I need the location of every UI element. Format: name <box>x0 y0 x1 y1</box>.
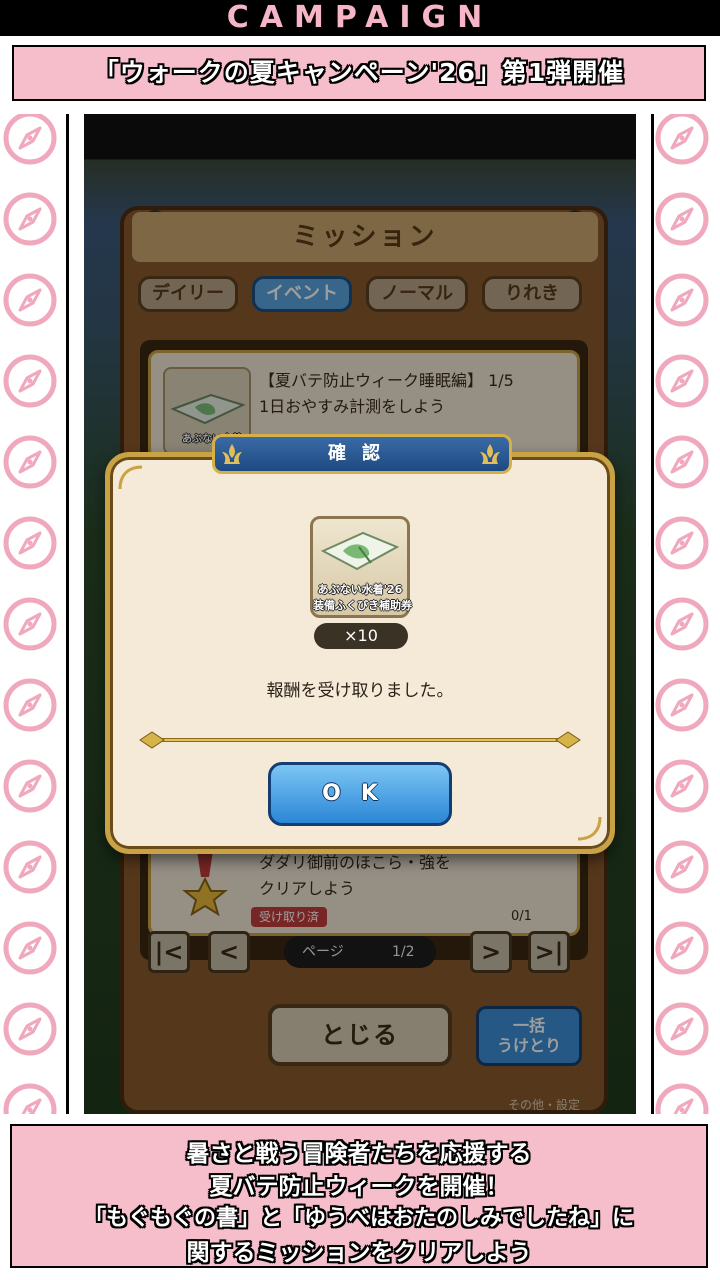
caption-line: 暑さと戦う冒険者たちを応援する <box>186 1141 532 1167</box>
compass-icon <box>2 114 58 166</box>
compass-icon <box>2 1001 58 1057</box>
compass-icon <box>654 596 710 652</box>
compass-icon <box>2 515 58 571</box>
compass-icon <box>654 1082 710 1114</box>
compass-icon <box>2 920 58 976</box>
compass-icon <box>654 677 710 733</box>
received-message: 報酬を受け取りました。 <box>266 681 454 701</box>
compass-icon <box>2 677 58 733</box>
compass-icon <box>654 1001 710 1057</box>
fleur-de-lis-icon <box>222 444 242 464</box>
right-strip-border <box>651 114 654 1114</box>
compass-icon <box>654 191 710 247</box>
ok-button[interactable]: OK <box>268 762 452 826</box>
ticket-icon <box>320 531 400 571</box>
ornamental-divider <box>139 731 581 749</box>
dialog-title: 確認 <box>212 434 512 474</box>
right-decoration-strip <box>636 114 720 1114</box>
caption-line: 「もぐもぐの書」と「ゆうべはおたのしみでしたね」に <box>83 1206 634 1231</box>
compass-icon <box>654 272 710 328</box>
reward-quantity: ×10 <box>314 623 408 649</box>
compass-icon <box>2 272 58 328</box>
caption-line: 関するミッションをクリアしよう <box>186 1240 532 1266</box>
corner-ornament-icon <box>577 816 602 841</box>
compass-icon <box>654 434 710 490</box>
compass-icon <box>654 353 710 409</box>
banner-title: 「ウォークの夏キャンペーン'26」第1弾開催 <box>12 45 706 101</box>
left-strip-border <box>66 114 69 1114</box>
fleur-de-lis-icon <box>480 444 500 464</box>
compass-icon <box>654 515 710 571</box>
compass-icon <box>654 839 710 895</box>
compass-icon <box>2 596 58 652</box>
compass-icon <box>2 353 58 409</box>
compass-icon <box>654 114 710 166</box>
compass-icon <box>2 839 58 895</box>
compass-icon <box>654 920 710 976</box>
compass-icon <box>2 191 58 247</box>
left-decoration-strip <box>0 114 84 1114</box>
corner-ornament-icon <box>118 465 143 490</box>
compass-icon <box>2 758 58 814</box>
reward-item-type: 装備ふくびき補助券 <box>313 599 412 612</box>
caption-line: 夏バテ防止ウィークを開催！ <box>209 1174 509 1200</box>
compass-icon <box>654 758 710 814</box>
reward-item-name: あぶない水着'26 <box>317 583 403 596</box>
reward-item-tile: あぶない水着'26 装備ふくびき補助券 <box>310 516 412 618</box>
compass-icon <box>2 434 58 490</box>
compass-icon <box>2 1082 58 1114</box>
campaign-label: CAMPAIGN <box>0 0 720 36</box>
